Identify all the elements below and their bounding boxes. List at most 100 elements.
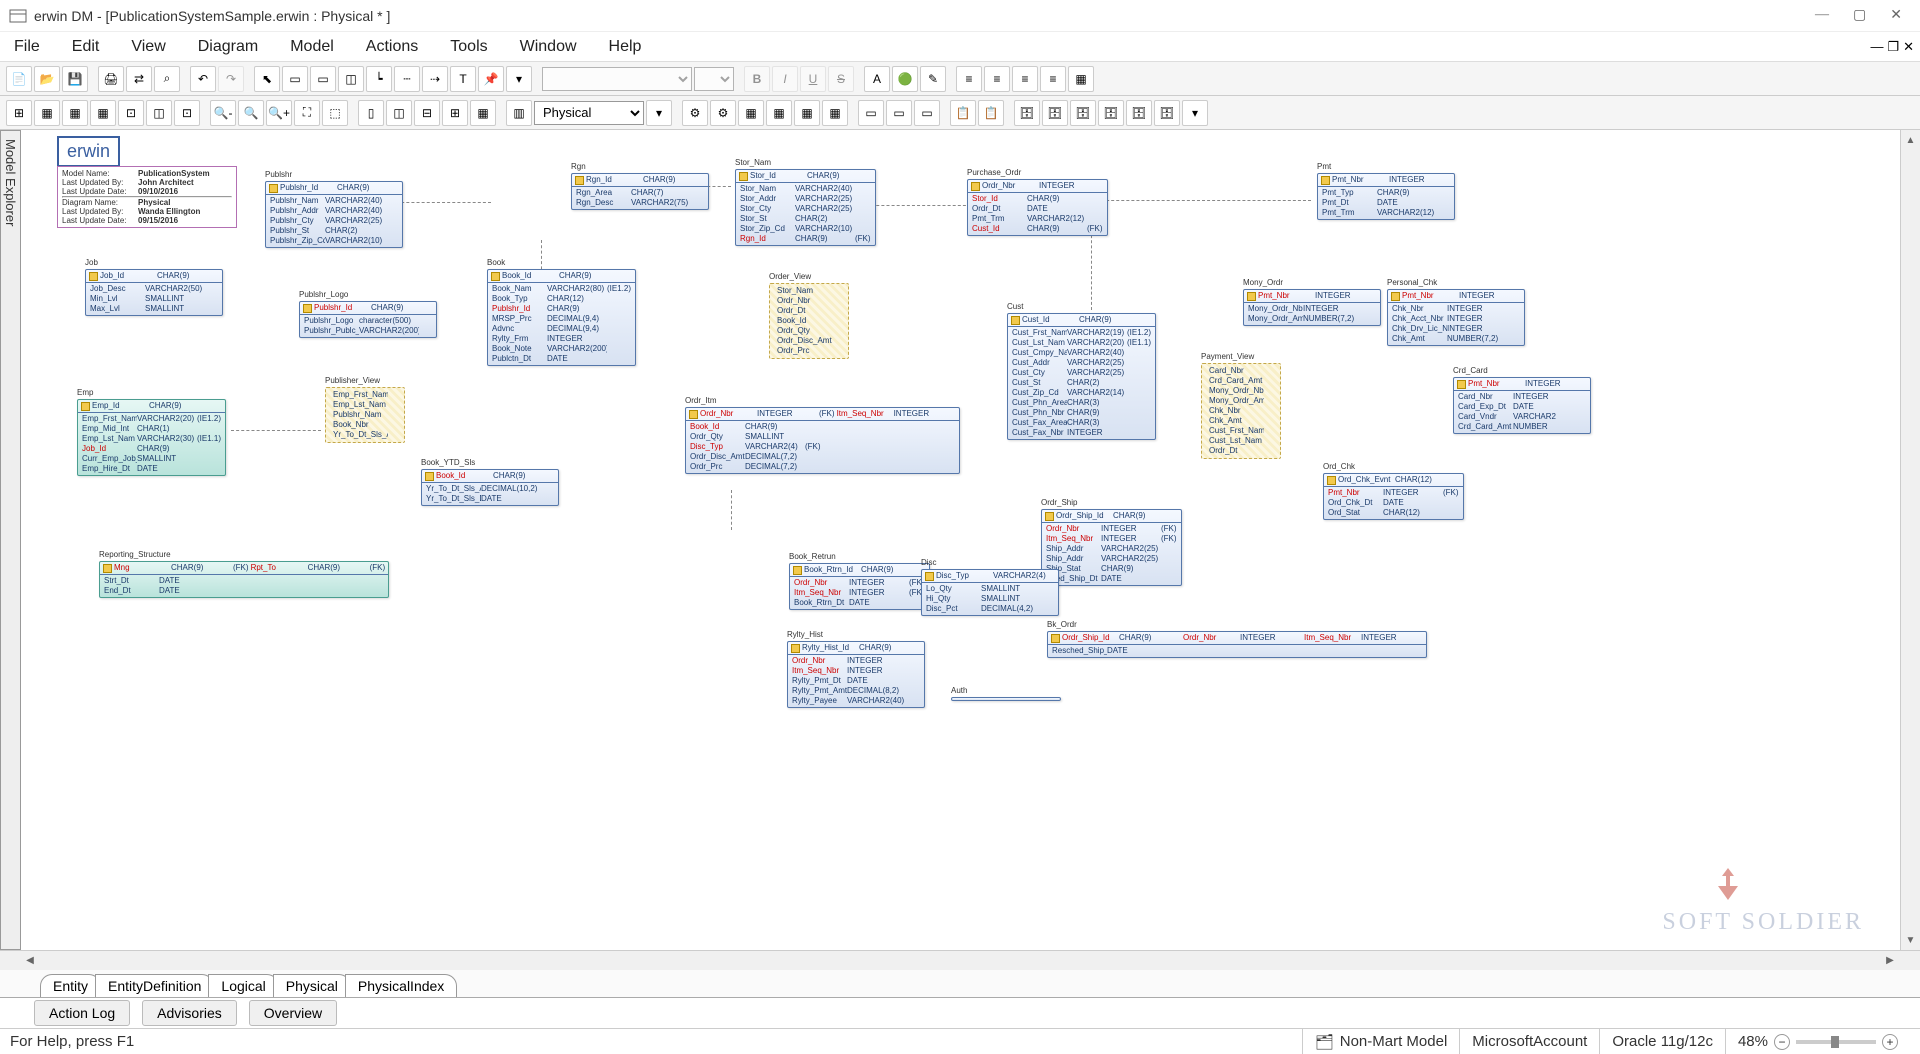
zoom-slider[interactable] — [1796, 1040, 1876, 1044]
tb7-icon[interactable]: ⊡ — [174, 100, 200, 126]
search-icon[interactable]: ⌕ — [154, 66, 180, 92]
gear2-icon[interactable]: ⚙ — [710, 100, 736, 126]
minimize-button[interactable]: — — [1815, 7, 1829, 24]
menu-view[interactable]: View — [127, 34, 169, 60]
strike-icon[interactable]: S — [828, 66, 854, 92]
diagram-tab-entitydefinition[interactable]: EntityDefinition — [95, 974, 214, 997]
win3-icon[interactable]: ⊟ — [414, 100, 440, 126]
zoom-fit-icon[interactable]: ⛶ — [294, 100, 320, 126]
menu-window[interactable]: Window — [516, 34, 581, 60]
cp2-icon[interactable]: 📋 — [978, 100, 1004, 126]
db3-icon[interactable]: ▭ — [914, 100, 940, 126]
rel-nonid-icon[interactable]: ┄ — [394, 66, 420, 92]
db2-icon[interactable]: ▭ — [886, 100, 912, 126]
mart5-icon[interactable]: 🗄 — [1126, 100, 1152, 126]
bold-icon[interactable]: B — [744, 66, 770, 92]
linecolor-icon[interactable]: ✎ — [920, 66, 946, 92]
model-explorer-tab[interactable]: Model Explorer — [0, 130, 21, 950]
menu-help[interactable]: Help — [605, 34, 646, 60]
entity-bkordr[interactable]: Bk_OrdrOrdr_Ship_IdCHAR(9)Ordr_NbrINTEGE… — [1047, 620, 1427, 658]
mart3-icon[interactable]: 🗄 — [1070, 100, 1096, 126]
panel-tab-action-log[interactable]: Action Log — [34, 1000, 130, 1026]
mart7-icon[interactable]: ▾ — [1182, 100, 1208, 126]
vdrop-icon[interactable]: ▾ — [646, 100, 672, 126]
cp1-icon[interactable]: 📋 — [950, 100, 976, 126]
scroll-up-icon[interactable]: ▲ — [1901, 130, 1920, 150]
redo-icon[interactable]: ↷ — [218, 66, 244, 92]
db1-icon[interactable]: ▭ — [858, 100, 884, 126]
fe4-icon[interactable]: ▦ — [822, 100, 848, 126]
fillcolor-icon[interactable]: 🟢 — [892, 66, 918, 92]
fontcolor-icon[interactable]: A — [864, 66, 890, 92]
size-select[interactable] — [694, 67, 734, 91]
mart1-icon[interactable]: 🗄 — [1014, 100, 1040, 126]
gear-icon[interactable]: ⚙ — [682, 100, 708, 126]
horizontal-scrollbar[interactable]: ◀ ▶ — [0, 950, 1920, 970]
entity-book[interactable]: BookBook_IdCHAR(9)Book_NamVARCHAR2(80)(I… — [487, 258, 636, 366]
tb3-icon[interactable]: ▦ — [62, 100, 88, 126]
entity-bookytd[interactable]: Book_YTD_SlsBook_IdCHAR(9)Yr_To_Dt_Sls_A… — [421, 458, 559, 506]
tb2-icon[interactable]: ▦ — [34, 100, 60, 126]
entity-stor[interactable]: Stor_NamStor_IdCHAR(9)Stor_NamVARCHAR2(4… — [735, 158, 876, 246]
entity-icon[interactable]: ▭ — [282, 66, 308, 92]
view-icon2[interactable]: ◫ — [338, 66, 364, 92]
entity-job[interactable]: JobJob_IdCHAR(9)Job_DescVARCHAR2(50)Min_… — [85, 258, 223, 316]
win2-icon[interactable]: ◫ — [386, 100, 412, 126]
pointer-icon[interactable]: ⬉ — [254, 66, 280, 92]
panel-tab-advisories[interactable]: Advisories — [142, 1000, 237, 1026]
mdi-close-icon[interactable]: ✕ — [1903, 39, 1914, 55]
vertical-scrollbar[interactable]: ▲ ▼ — [1900, 130, 1920, 950]
close-button[interactable]: ✕ — [1890, 7, 1902, 24]
tb4-icon[interactable]: ▦ — [90, 100, 116, 126]
scroll-left-icon[interactable]: ◀ — [20, 951, 40, 971]
zoom-out-button[interactable]: − — [1774, 1034, 1790, 1050]
entity-purchase[interactable]: Purchase_OrdrOrdr_NbrINTEGERStor_IdCHAR(… — [967, 168, 1108, 236]
diagram-tab-entity[interactable]: Entity — [40, 974, 101, 997]
print-icon[interactable]: 🖨 — [98, 66, 124, 92]
entity-emp[interactable]: EmpEmp_IdCHAR(9)Emp_Frst_NamVARCHAR2(20)… — [77, 388, 226, 476]
zoom-area-icon[interactable]: ⬚ — [322, 100, 348, 126]
entity-orderview[interactable]: Order_ViewStor_NamOrdr_NbrOrdr_DtBook_Id… — [769, 272, 849, 359]
compare-icon[interactable]: ⇄ — [126, 66, 152, 92]
entity-cust[interactable]: CustCust_IdCHAR(9)Cust_Frst_NamVARCHAR2(… — [1007, 302, 1156, 440]
scroll-right-icon[interactable]: ▶ — [1880, 951, 1900, 971]
win4-icon[interactable]: ⊞ — [442, 100, 468, 126]
zoom-in-icon[interactable]: 🔍+ — [266, 100, 292, 126]
entity-ordrship[interactable]: Ordr_ShipOrdr_Ship_IdCHAR(9)Ordr_NbrINTE… — [1041, 498, 1182, 586]
diagram-tab-physicalindex[interactable]: PhysicalIndex — [345, 974, 457, 997]
entity-pubview[interactable]: Publisher_ViewEmp_Frst_NamEmp_Lst_NamPub… — [325, 376, 405, 443]
rel-id-icon[interactable]: ┕ — [366, 66, 392, 92]
pushpin-icon[interactable]: 📌 — [478, 66, 504, 92]
menu-edit[interactable]: Edit — [68, 34, 104, 60]
italic-icon[interactable]: I — [772, 66, 798, 92]
diagram-tab-logical[interactable]: Logical — [208, 974, 278, 997]
diagram-tab-physical[interactable]: Physical — [273, 974, 351, 997]
menu-tools[interactable]: Tools — [446, 34, 491, 60]
align-just-icon[interactable]: ≡ — [1040, 66, 1066, 92]
tb6-icon[interactable]: ◫ — [146, 100, 172, 126]
menu-diagram[interactable]: Diagram — [194, 34, 262, 60]
zoom-in-button[interactable]: + — [1882, 1034, 1898, 1050]
menu-model[interactable]: Model — [286, 34, 338, 60]
align-left-icon[interactable]: ≡ — [956, 66, 982, 92]
entity-disc[interactable]: DiscDisc_TypVARCHAR2(4)Lo_QtySMALLINTHi_… — [921, 558, 1059, 616]
view-select[interactable]: Physical — [534, 101, 644, 125]
mdi-restore-icon[interactable]: ❐ — [1887, 39, 1899, 55]
menu-file[interactable]: File — [10, 34, 44, 60]
scroll-down-icon[interactable]: ▼ — [1901, 930, 1920, 950]
zoom-out-icon[interactable]: 🔍- — [210, 100, 236, 126]
align-center-icon[interactable]: ≡ — [984, 66, 1010, 92]
panel-tab-overview[interactable]: Overview — [249, 1000, 337, 1026]
grid-icon[interactable]: ⊞ — [6, 100, 32, 126]
fe2-icon[interactable]: ▦ — [766, 100, 792, 126]
save-icon[interactable]: 💾 — [62, 66, 88, 92]
win5-icon[interactable]: ▦ — [470, 100, 496, 126]
entity-ordritm[interactable]: Ordr_ItmOrdr_NbrINTEGER(FK)Itm_Seq_NbrIN… — [685, 396, 960, 474]
rel-many-icon[interactable]: ⇢ — [422, 66, 448, 92]
theme-icon[interactable]: ▦ — [1068, 66, 1094, 92]
entity-auth[interactable]: Auth — [951, 686, 1061, 701]
fe1-icon[interactable]: ▦ — [738, 100, 764, 126]
entity-pmtview[interactable]: Payment_ViewCard_NbrCrd_Card_AmtMony_Ord… — [1201, 352, 1281, 459]
entity-money[interactable]: Mony_OrdrPmt_NbrINTEGERMony_Ordr_NbrINTE… — [1243, 278, 1381, 326]
entity-rpt[interactable]: Reporting_StructureMngCHAR(9)(FK)Rpt_ToC… — [99, 550, 389, 598]
